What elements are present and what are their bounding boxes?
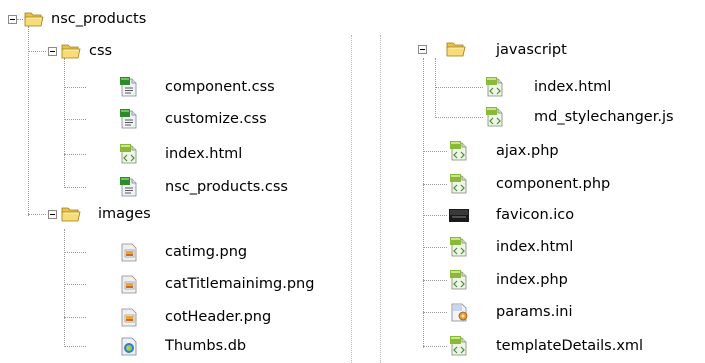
html-file-icon — [484, 106, 506, 128]
tree-item-nsc-products-css[interactable]: nsc_products.css — [165, 177, 288, 197]
css-file-icon — [118, 108, 140, 130]
html-file-icon — [448, 236, 470, 258]
tree-item-cotheader-png[interactable]: cotHeader.png — [165, 307, 271, 327]
tree-item-nsc-products[interactable]: nsc_products — [51, 9, 146, 29]
image-file-icon — [118, 241, 140, 263]
ini-file-icon — [448, 301, 470, 323]
html-file-icon — [118, 143, 140, 165]
tree-item-js-index-html[interactable]: index.html — [534, 77, 611, 97]
tree-item-index-html-root[interactable]: index.html — [496, 237, 573, 257]
tree-item-javascript[interactable]: javascript — [496, 40, 567, 60]
tree-item-catimg-png[interactable]: catimg.png — [165, 242, 247, 262]
tree-item-customize-css[interactable]: customize.css — [165, 109, 267, 129]
html-file-icon — [448, 335, 470, 357]
favicon-file-icon — [448, 204, 470, 226]
collapse-toggle-images[interactable] — [48, 210, 57, 219]
tree-item-images[interactable]: images — [98, 204, 151, 224]
tree-item-ajax-php[interactable]: ajax.php — [496, 141, 559, 161]
tree-item-component-css[interactable]: component.css — [165, 77, 275, 97]
tree-item-templatedetails-xml[interactable]: templateDetails.xml — [496, 336, 643, 356]
html-file-icon — [448, 269, 470, 291]
tree-item-component-php[interactable]: component.php — [496, 174, 610, 194]
folder-open-icon — [60, 203, 82, 225]
folder-open-icon — [445, 38, 467, 60]
html-file-icon — [448, 173, 470, 195]
tree-item-md-stylechanger-js[interactable]: md_stylechanger.js — [534, 107, 674, 127]
tree-item-index-php[interactable]: index.php — [496, 270, 568, 290]
tree-item-css[interactable]: css — [89, 41, 112, 61]
css-file-icon — [118, 76, 140, 98]
html-file-icon — [448, 140, 470, 162]
folder-open-icon — [23, 8, 45, 30]
tree-item-thumbs-db[interactable]: Thumbs.db — [165, 336, 246, 356]
html-file-icon — [484, 76, 506, 98]
db-file-icon — [118, 335, 140, 357]
folder-open-icon — [60, 40, 82, 62]
image-file-icon — [118, 306, 140, 328]
tree-item-cattitlemainimg-png[interactable]: catTitlemainimg.png — [165, 274, 314, 294]
image-file-icon — [118, 273, 140, 295]
collapse-toggle-nsc-products[interactable] — [8, 15, 17, 24]
collapse-toggle-javascript[interactable] — [418, 45, 427, 54]
tree-item-favicon-ico[interactable]: favicon.ico — [496, 205, 574, 225]
collapse-toggle-css[interactable] — [48, 47, 57, 56]
tree-item-index-html[interactable]: index.html — [165, 144, 242, 164]
tree-item-params-ini[interactable]: params.ini — [496, 302, 572, 322]
css-file-icon — [118, 176, 140, 198]
